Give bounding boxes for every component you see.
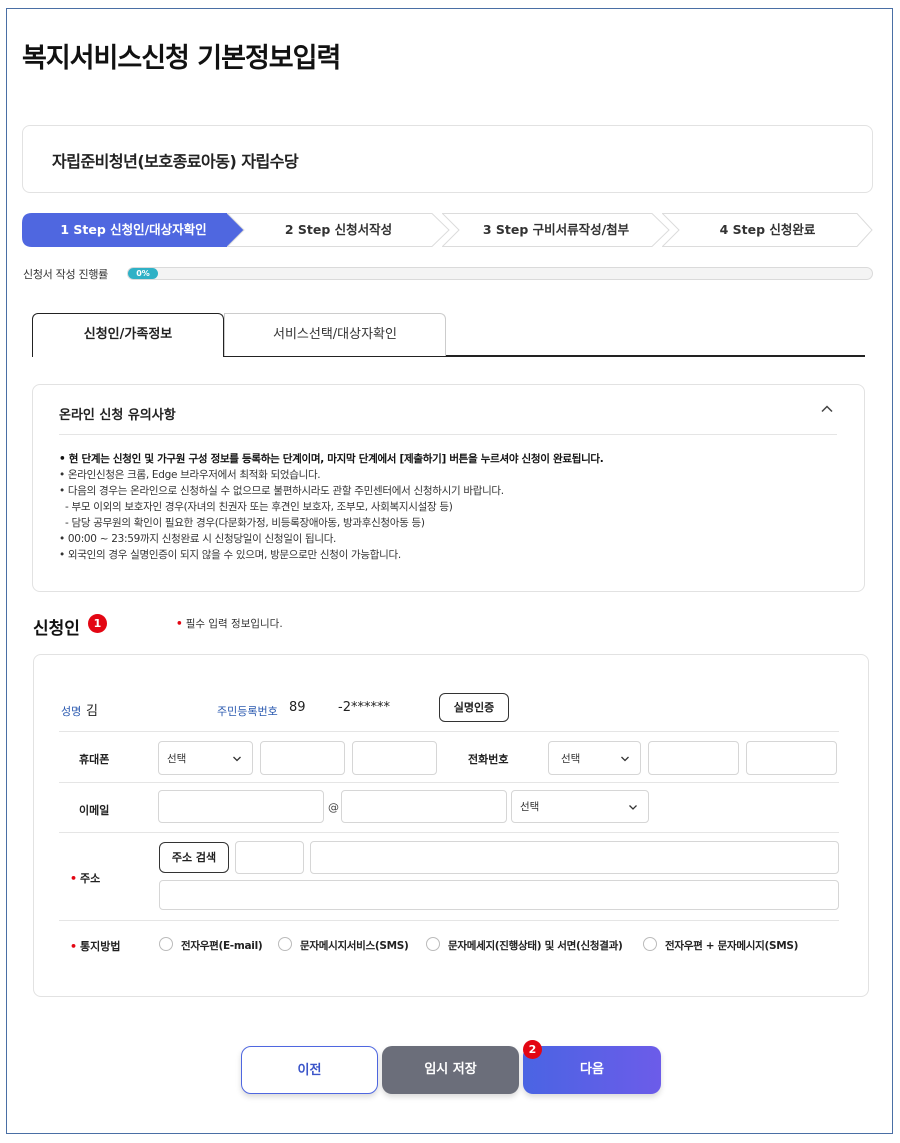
notice-item: - 담당 공무원의 확인이 필요한 경우(다문화가정, 비등록장애아동, 방과후… [65, 517, 425, 529]
mobile-last-input[interactable] [352, 741, 437, 775]
mobile-label: 휴대폰 [79, 753, 110, 766]
verify-name-button[interactable]: 실명인증 [439, 693, 509, 722]
step-3-label: 3 Step 구비서류작성/첨부 [482, 222, 630, 237]
address-search-button[interactable]: 주소 검색 [159, 842, 229, 873]
address-detail-input[interactable] [159, 880, 839, 910]
tab-applicant-family[interactable]: 신청인/가족정보 [32, 313, 224, 357]
row-divider [59, 731, 839, 732]
rrn-back: -2****** [338, 700, 390, 715]
step-badge-1: 1 [88, 614, 107, 633]
chevron-up-icon[interactable] [820, 402, 834, 420]
chevron-down-icon [620, 742, 630, 791]
notify-radio-email[interactable] [159, 937, 173, 951]
address-main-input[interactable] [310, 841, 839, 874]
email-id-input[interactable] [158, 790, 324, 823]
next-button[interactable]: 다음 [523, 1046, 661, 1094]
notice-title: 온라인 신청 유의사항 [59, 408, 176, 423]
name-value: 김 [86, 704, 98, 719]
step-indicator: 1 Step 신청인/대상자확인 2 Step 신청서작성 3 Step 구비서… [22, 213, 873, 247]
notify-radio-email-sms[interactable] [643, 937, 657, 951]
notify-option-email[interactable]: 전자우편(E-mail) [181, 938, 263, 953]
mobile-prefix-value: 선택 [167, 753, 187, 765]
rrn-label: 주민등록번호 [217, 705, 278, 718]
step-1[interactable]: 1 Step 신청인/대상자확인 [22, 213, 245, 247]
email-domain-input[interactable] [341, 790, 507, 823]
notice-item: • 00:00 ~ 23:59까지 신청완료 시 신청당일이 신청일이 됩니다. [59, 533, 337, 545]
address-label-text: 주소 [80, 872, 101, 885]
prev-button[interactable]: 이전 [241, 1046, 378, 1094]
service-name: 자립준비청년(보호종료아동) 자립수당 [52, 152, 299, 171]
email-label: 이메일 [79, 804, 110, 817]
required-note-text: 필수 입력 정보입니다. [185, 618, 283, 630]
step-badge-2: 2 [523, 1040, 542, 1059]
mobile-prefix-select[interactable]: 선택 [158, 741, 253, 775]
mobile-middle-input[interactable] [260, 741, 345, 775]
notify-label: • 통지방법 [70, 940, 121, 953]
notify-option-sms-mail[interactable]: 문자메세지(진행상태) 및 서면(신청결과) [448, 938, 623, 953]
phone-prefix-select[interactable]: 선택 [548, 741, 641, 775]
tab-service-select[interactable]: 서비스선택/대상자확인 [224, 313, 446, 356]
chevron-down-icon [628, 791, 638, 838]
notify-radio-sms-mail[interactable] [426, 937, 440, 951]
step-2[interactable]: 2 Step 신청서작성 [227, 213, 450, 247]
chevron-down-icon [232, 742, 242, 791]
step-3[interactable]: 3 Step 구비서류작성/첨부 [442, 213, 670, 247]
phone-last-input[interactable] [746, 741, 837, 775]
postal-code-input[interactable] [235, 841, 304, 874]
rrn-front: 89 [289, 700, 306, 715]
notify-option-sms[interactable]: 문자메시지서비스(SMS) [300, 938, 409, 953]
step-4[interactable]: 4 Step 신청완료 [662, 213, 873, 247]
notify-radio-sms[interactable] [278, 937, 292, 951]
step-1-label: 1 Step 신청인/대상자확인 [60, 222, 207, 237]
email-domain-select[interactable]: 선택 [511, 790, 649, 823]
notice-item: • 현 단계는 신청인 및 가구원 구성 정보를 등록하는 단계이며, 마지막 … [59, 453, 604, 465]
row-divider [59, 782, 839, 783]
address-label: • 주소 [70, 872, 101, 885]
email-at-sign: @ [328, 801, 339, 814]
step-2-label: 2 Step 신청서작성 [284, 222, 393, 237]
notice-item: - 부모 이외의 보호자인 경우(자녀의 친권자 또는 후견인 보호자, 조부모… [65, 501, 453, 513]
phone-label: 전화번호 [468, 753, 509, 766]
progress-label: 신청서 작성 진행률 [23, 268, 108, 281]
temp-save-button[interactable]: 임시 저장 [382, 1046, 519, 1094]
phone-middle-input[interactable] [648, 741, 739, 775]
step-4-label: 4 Step 신청완료 [719, 222, 816, 237]
notice-item: • 온라인신청은 크롬, Edge 브라우저에서 최적화 되었습니다. [59, 469, 321, 481]
row-divider [59, 832, 839, 833]
notice-item: • 다음의 경우는 온라인으로 신청하실 수 없으므로 불편하시라도 관할 주민… [59, 485, 504, 497]
page-title: 복지서비스신청 기본정보입력 [22, 43, 341, 74]
phone-prefix-value: 선택 [561, 753, 581, 765]
notice-list: • 현 단계는 신청인 및 가구원 구성 정보를 등록하는 단계이며, 마지막 … [59, 451, 839, 563]
notice-divider [59, 434, 837, 435]
row-divider [59, 920, 839, 921]
required-note: • 필수 입력 정보입니다. [176, 618, 283, 630]
notice-item: • 외국인의 경우 실명인증이 되지 않을 수 있으며, 방문으로만 신청이 가… [59, 549, 401, 561]
applicant-section-title: 신청인 [33, 619, 80, 639]
notify-option-email-sms[interactable]: 전자우편 + 문자메시지(SMS) [665, 938, 798, 953]
email-domain-value: 선택 [520, 801, 540, 813]
notify-label-text: 통지방법 [80, 940, 121, 953]
name-label: 성명 [61, 705, 82, 718]
progress-bar [127, 267, 873, 280]
progress-value: 0% [128, 268, 158, 279]
